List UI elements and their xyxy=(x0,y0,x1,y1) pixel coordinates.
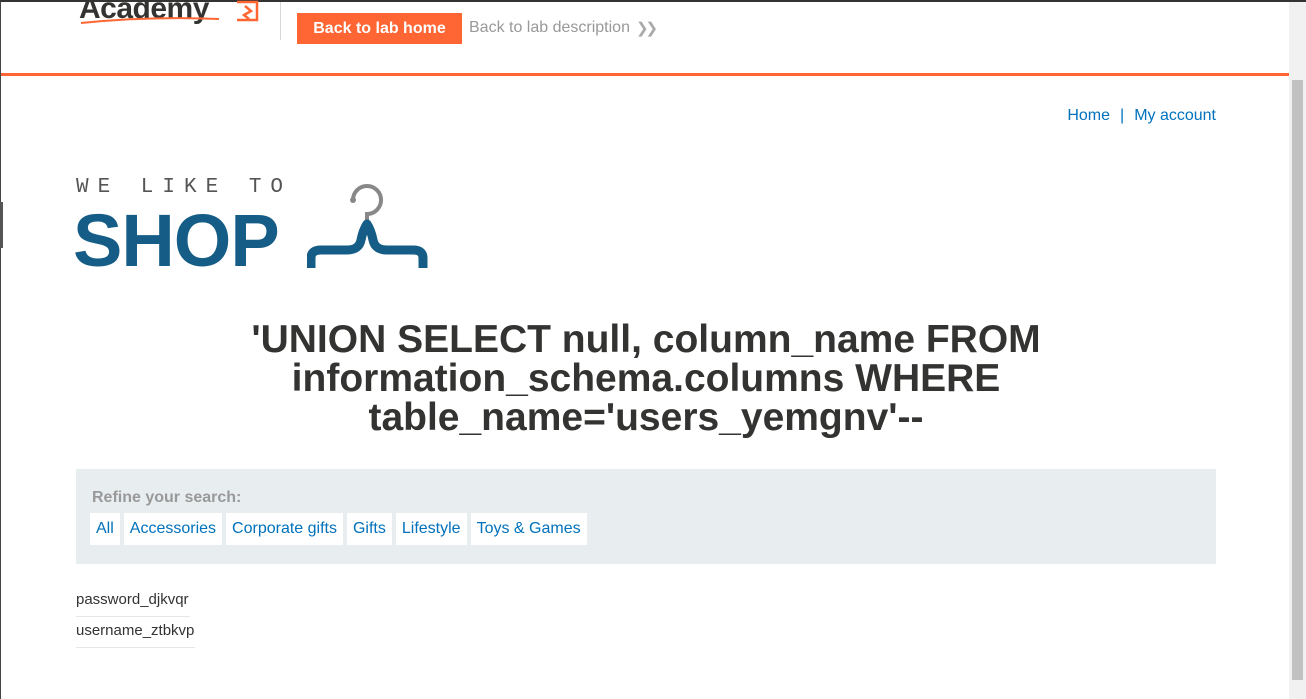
filter-accessories[interactable]: Accessories xyxy=(123,513,223,545)
filter-lifestyle[interactable]: Lifestyle xyxy=(395,513,467,545)
filter-gifts[interactable]: Gifts xyxy=(346,513,392,545)
scrollbar-thumb[interactable] xyxy=(1292,80,1303,680)
filter-all[interactable]: All xyxy=(90,513,120,545)
result-cell: password_djkvqr xyxy=(76,586,190,617)
result-cell: username_ztbkvp xyxy=(76,617,196,648)
table-row: username_ztbkvp xyxy=(76,617,196,648)
category-filter-list: All Accessories Corporate gifts Gifts Li… xyxy=(90,513,587,545)
window-edge-marker xyxy=(0,202,3,248)
top-nav: Home | My account xyxy=(1067,107,1216,125)
refine-search-label: Refine your search: xyxy=(92,489,242,506)
hanger-icon xyxy=(307,184,428,268)
chevron-right-icon: ❯❯ xyxy=(635,20,658,37)
shop-word: SHOP xyxy=(73,199,280,282)
shop-tagline: WE LIKE TO xyxy=(76,176,293,199)
shop-logo[interactable]: WE LIKE TO SHOP xyxy=(73,172,435,282)
header-divider xyxy=(280,2,281,40)
results-table: password_djkvqr username_ztbkvp xyxy=(76,586,196,648)
filter-corporate-gifts[interactable]: Corporate gifts xyxy=(226,513,343,545)
back-to-lab-home-button[interactable]: Back to lab home xyxy=(297,13,462,44)
filter-toys-games[interactable]: Toys & Games xyxy=(470,513,587,545)
academy-logo-flash-icon xyxy=(80,0,259,24)
back-to-lab-description-link[interactable]: Back to lab description ❯❯ xyxy=(469,19,658,37)
nav-separator: | xyxy=(1120,107,1125,124)
back-to-lab-description-label: Back to lab description xyxy=(469,19,630,36)
table-row: password_djkvqr xyxy=(76,586,195,617)
academy-logo[interactable]: Academy xyxy=(79,0,264,28)
home-link[interactable]: Home xyxy=(1067,107,1110,125)
my-account-link[interactable]: My account xyxy=(1134,107,1216,125)
search-results-title: 'UNION SELECT null, column_name FROM inf… xyxy=(251,318,1041,439)
academy-header: Academy Back to lab home Back to lab des… xyxy=(1,0,1289,76)
refine-search-panel: Refine your search: All Accessories Corp… xyxy=(76,469,1216,564)
vertical-scrollbar[interactable] xyxy=(1289,2,1306,699)
